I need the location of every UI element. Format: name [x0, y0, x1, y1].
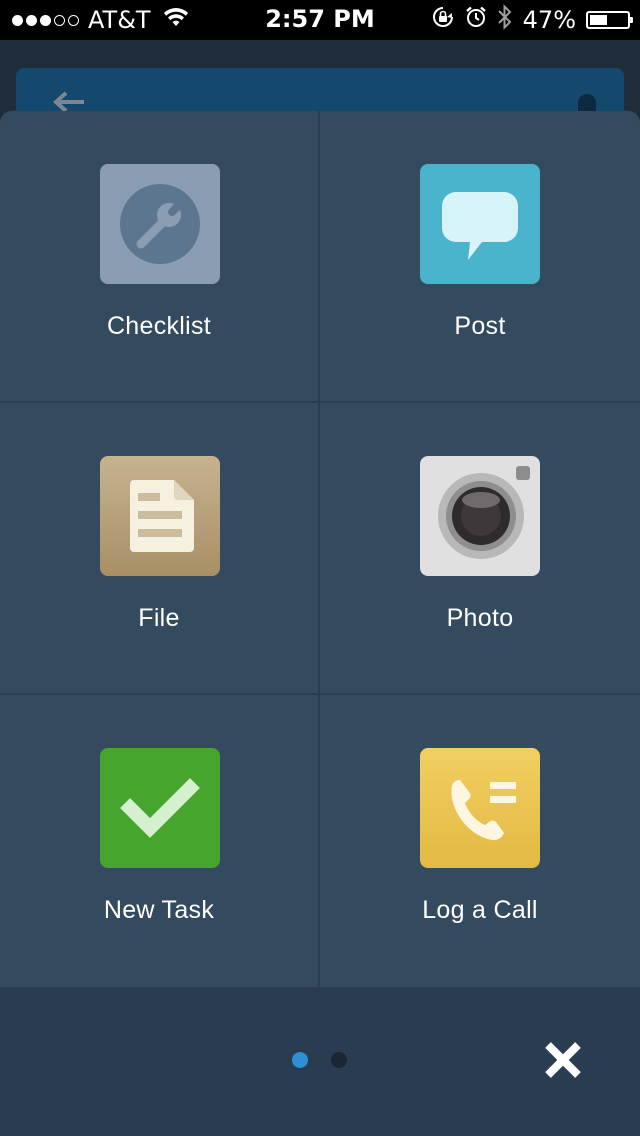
- photo-label: Photo: [446, 604, 514, 632]
- post-label: Post: [454, 312, 506, 340]
- log-a-call-label: Log a Call: [422, 896, 538, 924]
- speech-bubble-icon: [420, 164, 540, 284]
- action-new-task[interactable]: New Task: [0, 695, 320, 987]
- action-file[interactable]: File: [0, 403, 320, 695]
- checklist-label: Checklist: [106, 312, 212, 340]
- action-photo[interactable]: Photo: [320, 403, 640, 695]
- checklist-tile: [100, 164, 220, 284]
- phone-log-icon: [420, 748, 540, 868]
- rotation-lock-icon: [431, 5, 455, 35]
- log-a-call-tile: [420, 748, 540, 868]
- bluetooth-icon: [497, 4, 513, 36]
- camera-icon: [420, 456, 540, 576]
- status-bar: AT&T 2:57 PM 47%: [0, 0, 640, 40]
- photo-tile: [420, 456, 540, 576]
- sheet-footer: [0, 987, 640, 1136]
- action-log-a-call[interactable]: Log a Call: [320, 695, 640, 987]
- page-indicator-1[interactable]: [292, 1052, 308, 1068]
- checkmark-icon: [100, 748, 220, 868]
- document-icon: [100, 456, 220, 576]
- action-sheet: Checklist Post File Photo New Task Log a…: [0, 111, 640, 1136]
- wrench-icon: [100, 164, 220, 284]
- action-post[interactable]: Post: [320, 111, 640, 403]
- new-task-label: New Task: [103, 896, 215, 924]
- close-button[interactable]: [540, 1037, 586, 1083]
- action-grid: Checklist Post File Photo New Task Log a…: [0, 111, 640, 987]
- file-label: File: [138, 604, 180, 632]
- action-checklist[interactable]: Checklist: [0, 111, 320, 403]
- battery-percent: 47%: [522, 6, 576, 34]
- status-bar-right: 47%: [421, 4, 633, 36]
- alarm-icon: [465, 6, 487, 34]
- screen: AT&T 2:57 PM 47% Checklist Post File Pho…: [0, 0, 640, 1136]
- close-icon: [545, 1042, 581, 1078]
- page-indicator-2[interactable]: [331, 1052, 347, 1068]
- new-task-tile: [100, 748, 220, 868]
- post-tile: [420, 164, 540, 284]
- file-tile: [100, 456, 220, 576]
- battery-level: [590, 15, 607, 25]
- battery-icon: [586, 11, 633, 29]
